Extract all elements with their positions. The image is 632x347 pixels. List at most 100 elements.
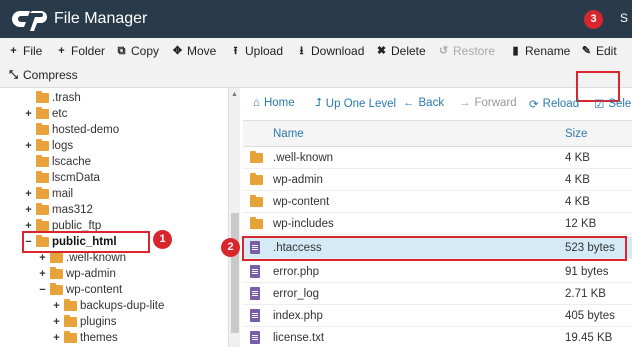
upload-icon: ⭱ — [233, 44, 238, 57]
delete-icon: ✖ — [376, 44, 387, 57]
tree-toggle[interactable]: + — [24, 188, 33, 200]
tree-item-label: hosted-demo — [52, 124, 120, 136]
select-all-label: Sele — [608, 98, 632, 110]
select-all-button[interactable]: ☑ Sele — [594, 97, 631, 111]
tree-toggle[interactable]: + — [52, 316, 61, 328]
scrollbar-thumb[interactable] — [231, 213, 239, 333]
file-row[interactable]: license.txt 19.45 KB — [243, 327, 632, 347]
tree-item-label: backups-dup-lite — [80, 300, 165, 312]
folder-icon — [64, 315, 77, 327]
name-column-header[interactable]: Name — [273, 128, 304, 140]
restore-button[interactable]: ↺ Restore — [438, 43, 495, 59]
file-size: 4 KB — [565, 174, 590, 186]
htaccess-highlight-box — [242, 236, 627, 261]
arrow-left-icon: ← — [403, 97, 415, 109]
tree-item-label: .well-known — [66, 252, 127, 264]
file-row[interactable]: index.php 405 bytes — [243, 305, 632, 327]
tree-toggle[interactable]: + — [24, 204, 33, 216]
tree-item[interactable]: + mail — [24, 186, 73, 202]
tree-item[interactable]: + plugins — [52, 314, 116, 330]
new-folder-button[interactable]: + Folder — [56, 43, 105, 59]
file-list-header: Name Size — [243, 121, 632, 147]
tree-item[interactable]: + mas312 — [24, 202, 93, 218]
plus-icon: + — [58, 44, 65, 57]
plus-icon: + — [10, 44, 17, 57]
download-label: Download — [311, 44, 365, 58]
copy-label: Copy — [131, 44, 160, 58]
file-size: 4 KB — [565, 152, 590, 164]
file-name: wp-content — [273, 196, 330, 208]
rename-button[interactable]: ▮ Rename — [510, 43, 570, 59]
file-icon — [250, 309, 260, 322]
arrow-right-icon: → — [459, 97, 471, 109]
tree-toggle[interactable]: + — [52, 332, 61, 344]
tree-item[interactable]: lscache — [24, 154, 91, 170]
new-file-button[interactable]: + File — [8, 43, 42, 59]
folder-icon — [36, 123, 49, 135]
download-icon: ⭳ — [299, 44, 304, 57]
tree-item[interactable]: .trash — [24, 90, 81, 106]
tree-item[interactable]: − wp-content — [38, 282, 122, 298]
tree-toggle[interactable]: − — [38, 284, 47, 296]
public-html-highlight-box — [22, 231, 150, 253]
reload-button[interactable]: ⟳ Reload — [529, 97, 579, 111]
tree-item-label: wp-admin — [66, 268, 116, 280]
copy-button[interactable]: ⧉ Copy — [116, 43, 159, 59]
tree-item[interactable]: + wp-admin — [38, 266, 116, 282]
tree-toggle[interactable]: + — [24, 108, 33, 120]
folder-icon — [250, 173, 263, 185]
tree-item-label: logs — [52, 140, 74, 152]
edit-button[interactable]: ✎ Edit — [581, 43, 617, 59]
file-list: Name Size .well-known 4 KB wp-admin 4 KB w… — [243, 120, 632, 347]
move-button[interactable]: ✥ Move — [172, 43, 216, 59]
file-icon — [250, 287, 260, 300]
home-button[interactable]: ⌂ Home — [253, 97, 295, 109]
rename-icon: ▮ — [512, 44, 519, 57]
file-name: license.txt — [273, 332, 325, 344]
size-column-header[interactable]: Size — [565, 128, 587, 140]
forward-button[interactable]: → Forward — [459, 97, 517, 109]
annotation-badge-3: 3 — [584, 10, 603, 29]
tree-item-label: lscache — [52, 156, 91, 168]
forward-label: Forward — [474, 97, 517, 109]
tree-scrollbar[interactable]: ▲ — [228, 88, 240, 347]
download-button[interactable]: ⭳ Download — [296, 43, 365, 59]
delete-label: Delete — [391, 44, 426, 58]
tree-toggle[interactable]: + — [52, 300, 61, 312]
reload-label: Reload — [542, 98, 580, 110]
app-title: File Manager — [54, 10, 148, 27]
file-row[interactable]: wp-admin 4 KB — [243, 169, 632, 191]
file-row[interactable]: wp-content 4 KB — [243, 191, 632, 213]
tree-toggle[interactable]: + — [38, 268, 47, 280]
tree-toggle[interactable]: + — [38, 252, 47, 264]
folder-tree: .trash + etc hosted-demo + logs lscache ls… — [0, 88, 228, 347]
tree-item[interactable]: + logs — [24, 138, 73, 154]
move-label: Move — [187, 44, 217, 58]
new-file-label: File — [23, 44, 43, 58]
upload-button[interactable]: ⭱ Upload — [230, 43, 283, 59]
tree-item[interactable]: + backups-dup-lite — [52, 298, 164, 314]
tree-item[interactable]: hosted-demo — [24, 122, 119, 138]
upload-label: Upload — [245, 44, 284, 58]
new-folder-label: Folder — [71, 44, 106, 58]
tree-item[interactable]: lscmData — [24, 170, 100, 186]
back-button[interactable]: ← Back — [403, 97, 444, 109]
folder-icon — [50, 267, 63, 279]
up-one-level-button[interactable]: ⮥ Up One Level — [315, 97, 396, 110]
tree-item[interactable]: + themes — [52, 330, 118, 346]
restore-icon: ↺ — [438, 44, 449, 57]
file-row[interactable]: error_log 2.71 KB — [243, 283, 632, 305]
scroll-up-icon[interactable]: ▲ — [231, 91, 238, 98]
compress-button[interactable]: ⤡ Compress — [8, 67, 78, 83]
user-menu-label[interactable]: S — [620, 11, 628, 25]
tree-item[interactable]: + etc — [24, 106, 67, 122]
file-row[interactable]: .well-known 4 KB — [243, 147, 632, 169]
file-row[interactable]: error.php 91 bytes — [243, 261, 632, 283]
file-row[interactable]: wp-includes 12 KB — [243, 213, 632, 235]
tree-toggle[interactable]: + — [24, 140, 33, 152]
toolbar: + File + Folder ⧉ Copy ✥ Move ⭱ Upload ⭳… — [0, 38, 632, 102]
folder-icon — [36, 203, 49, 215]
tree-item-label: mail — [52, 188, 74, 200]
delete-button[interactable]: ✖ Delete — [376, 43, 426, 59]
folder-icon — [50, 251, 63, 263]
